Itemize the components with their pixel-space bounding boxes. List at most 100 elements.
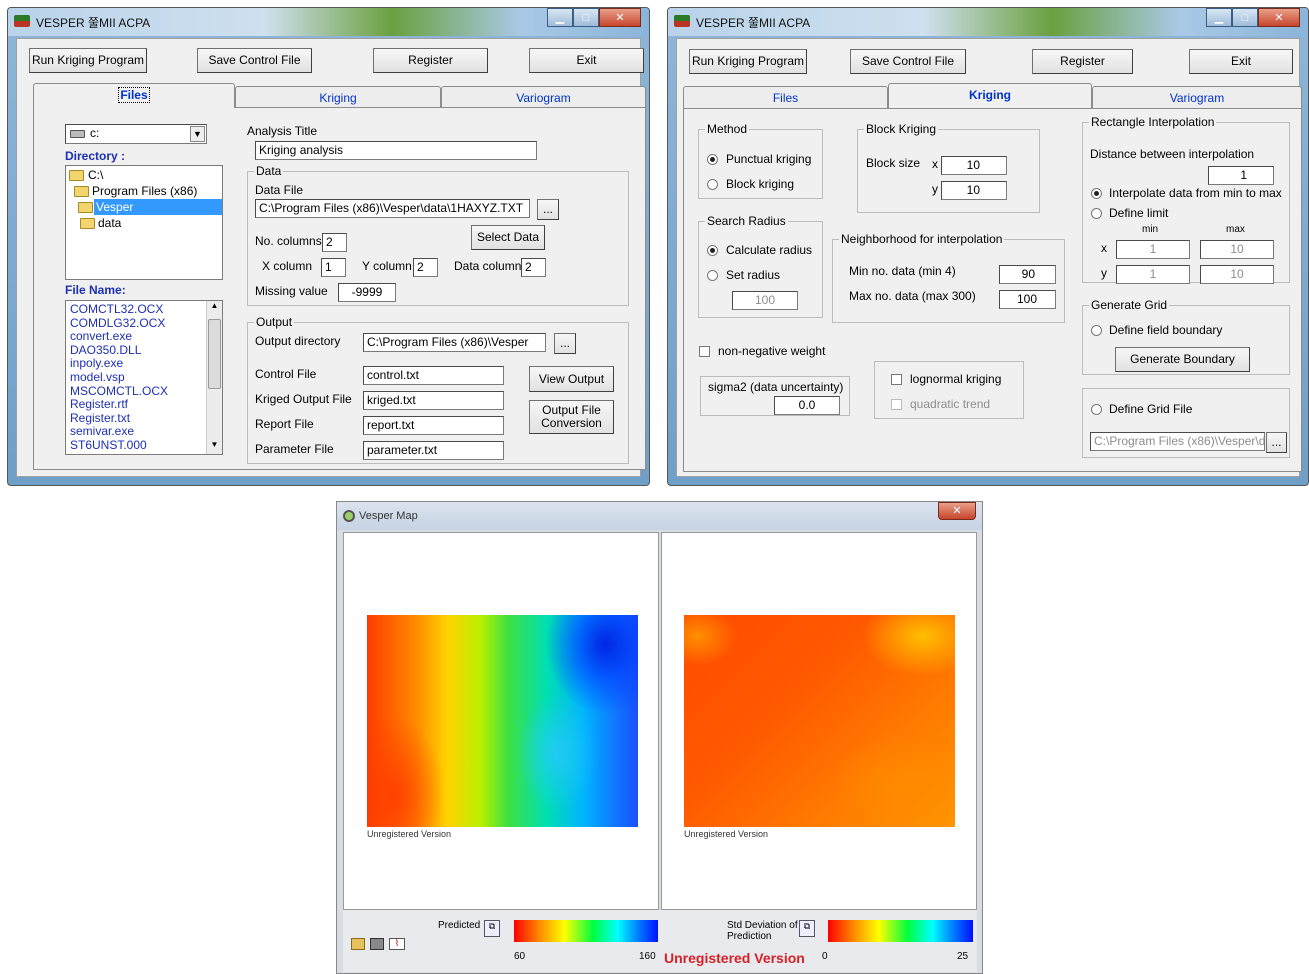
file-list[interactable]: COMCTL32.OCX COMDLG32.OCX convert.exe DA… bbox=[65, 300, 223, 455]
define-grid-file-radio[interactable] bbox=[1091, 404, 1102, 415]
define-limit-radio[interactable] bbox=[1091, 208, 1102, 219]
view-output-button[interactable]: View Output bbox=[529, 366, 614, 392]
dir-item-root[interactable]: C:\ bbox=[66, 167, 222, 183]
save-control-file-button[interactable]: Save Control File bbox=[197, 48, 312, 73]
dir-label: C:\ bbox=[88, 168, 104, 182]
x-column-input[interactable]: 1 bbox=[321, 258, 346, 277]
quadratic-trend-checkbox[interactable] bbox=[891, 399, 902, 410]
distance-label: Distance between interpolation bbox=[1090, 147, 1255, 161]
block-y-input[interactable]: 10 bbox=[941, 181, 1007, 200]
printer-icon[interactable] bbox=[370, 938, 384, 950]
tab-files[interactable]: Files bbox=[33, 83, 235, 108]
calculate-radius-radio[interactable] bbox=[707, 245, 718, 256]
file-item[interactable]: MSCOMCTL.OCX bbox=[66, 384, 222, 399]
scroll-up-icon[interactable]: ▲ bbox=[207, 301, 222, 315]
file-item[interactable]: convert.exe bbox=[66, 330, 222, 344]
open-folder-icon[interactable] bbox=[351, 938, 365, 950]
tab-kriging[interactable]: Kriging bbox=[235, 86, 441, 108]
y-min-input[interactable]: 1 bbox=[1116, 265, 1190, 284]
app-icon bbox=[674, 15, 690, 27]
file-item[interactable]: Register.txt bbox=[66, 411, 222, 426]
save-control-file-button[interactable]: Save Control File bbox=[850, 49, 966, 74]
data-file-input[interactable]: C:\Program Files (x86)\Vesper\data\1HAXY… bbox=[255, 199, 530, 218]
report-file-input[interactable]: report.txt bbox=[363, 416, 504, 435]
maximize-button[interactable]: □ bbox=[1232, 8, 1258, 27]
close-button[interactable]: ✕ bbox=[599, 8, 641, 27]
exit-button[interactable]: Exit bbox=[1189, 49, 1293, 74]
select-data-button[interactable]: Select Data bbox=[471, 225, 545, 250]
block-kriging-radio[interactable] bbox=[707, 179, 718, 190]
output-directory-input[interactable]: C:\Program Files (x86)\Vesper bbox=[363, 333, 546, 352]
register-button[interactable]: Register bbox=[373, 48, 488, 73]
maximize-button[interactable]: □ bbox=[573, 8, 599, 27]
tab-kriging[interactable]: Kriging bbox=[888, 83, 1092, 108]
file-item[interactable]: inpoly.exe bbox=[66, 357, 222, 371]
dir-item-vesper[interactable]: Vesper bbox=[66, 199, 222, 215]
file-item[interactable]: semivar.exe bbox=[66, 425, 222, 439]
analysis-title-input[interactable]: Kriging analysis bbox=[255, 141, 537, 160]
file-item[interactable]: COMDLG32.OCX bbox=[66, 316, 222, 331]
set-radius-radio[interactable] bbox=[707, 270, 718, 281]
browse-output-dir-button[interactable]: ... bbox=[554, 333, 576, 354]
exit-button[interactable]: Exit bbox=[529, 48, 644, 73]
max-no-data-input[interactable]: 100 bbox=[999, 290, 1056, 309]
non-negative-weight-checkbox[interactable] bbox=[699, 346, 710, 357]
output-file-conversion-button[interactable]: Output File Conversion bbox=[529, 400, 614, 434]
close-button[interactable]: ✕ bbox=[1258, 8, 1300, 27]
min-no-data-input[interactable]: 90 bbox=[999, 265, 1056, 284]
tab-variogram[interactable]: Variogram bbox=[441, 86, 646, 108]
no-columns-input[interactable]: 2 bbox=[322, 233, 347, 252]
register-button[interactable]: Register bbox=[1032, 49, 1133, 74]
control-file-input[interactable]: control.txt bbox=[363, 366, 504, 385]
block-x-input[interactable]: 10 bbox=[941, 156, 1007, 175]
run-kriging-button[interactable]: Run Kriging Program bbox=[29, 48, 147, 73]
y-max-input[interactable]: 10 bbox=[1200, 265, 1274, 284]
lognormal-kriging-checkbox[interactable] bbox=[891, 374, 902, 385]
interpolate-minmax-label: Interpolate data from min to max bbox=[1109, 186, 1282, 200]
y-column-input[interactable]: 2 bbox=[413, 258, 438, 277]
missing-value-input[interactable]: -9999 bbox=[338, 283, 396, 302]
file-item[interactable]: Register.rtf bbox=[66, 398, 222, 412]
dir-item-program-files[interactable]: Program Files (x86) bbox=[66, 183, 222, 199]
parameter-file-input[interactable]: parameter.txt bbox=[363, 441, 504, 460]
lognormal-kriging-label: lognormal kriging bbox=[910, 372, 1002, 386]
file-list-scrollbar[interactable]: ▲ ▼ bbox=[206, 301, 222, 454]
dir-item-data[interactable]: data bbox=[66, 215, 222, 231]
kriged-output-file-input[interactable]: kriged.txt bbox=[363, 391, 504, 410]
drive-select[interactable]: c: ▼ bbox=[65, 124, 207, 144]
scroll-down-icon[interactable]: ▼ bbox=[207, 440, 222, 454]
copy-std-icon[interactable]: ⧉ bbox=[799, 920, 815, 937]
punctual-kriging-label: Punctual kriging bbox=[726, 152, 812, 166]
generate-boundary-button[interactable]: Generate Boundary bbox=[1115, 347, 1250, 372]
missing-value-label: Missing value bbox=[255, 284, 328, 298]
data-column-input[interactable]: 2 bbox=[521, 258, 546, 277]
y-column-label: Y column bbox=[362, 259, 412, 273]
sigma-input[interactable]: 0.0 bbox=[774, 396, 840, 415]
x-max-input[interactable]: 10 bbox=[1200, 240, 1274, 259]
interpolate-minmax-radio[interactable] bbox=[1091, 188, 1102, 199]
browse-data-file-button[interactable]: ... bbox=[537, 199, 559, 220]
tab-variogram[interactable]: Variogram bbox=[1092, 86, 1302, 108]
minimize-button[interactable]: ▁ bbox=[1206, 8, 1232, 27]
scroll-thumb[interactable] bbox=[208, 319, 221, 389]
minimize-button[interactable]: ▁ bbox=[547, 8, 573, 27]
title-bar: VESPER 쭐MII ACPA ▁ □ ✕ bbox=[668, 8, 1308, 36]
grid-file-input[interactable]: C:\Program Files (x86)\Vesper\d bbox=[1090, 432, 1265, 451]
non-negative-weight-label: non-negative weight bbox=[718, 344, 826, 358]
map-close-button[interactable]: ✕ bbox=[938, 502, 976, 520]
file-item[interactable]: COMCTL32.OCX bbox=[66, 302, 222, 317]
file-item[interactable]: DAO350.DLL bbox=[66, 343, 222, 358]
x-min-input[interactable]: 1 bbox=[1116, 240, 1190, 259]
run-kriging-button[interactable]: Run Kriging Program bbox=[689, 49, 807, 74]
radius-input[interactable]: 100 bbox=[732, 291, 798, 310]
distance-input[interactable]: 1 bbox=[1208, 166, 1274, 185]
browse-grid-file-button[interactable]: ... bbox=[1266, 432, 1287, 453]
copy-predicted-icon[interactable]: ⧉ bbox=[484, 920, 500, 937]
directory-list[interactable]: C:\ Program Files (x86) Vesper data bbox=[65, 165, 223, 280]
file-item[interactable]: model.vsp bbox=[66, 370, 222, 385]
tab-files[interactable]: Files bbox=[683, 86, 888, 108]
chart-icon[interactable]: ⌇ bbox=[389, 938, 405, 950]
define-field-boundary-radio[interactable] bbox=[1091, 325, 1102, 336]
file-item[interactable]: ST6UNST.000 bbox=[66, 438, 222, 453]
punctual-kriging-radio[interactable] bbox=[707, 154, 718, 165]
